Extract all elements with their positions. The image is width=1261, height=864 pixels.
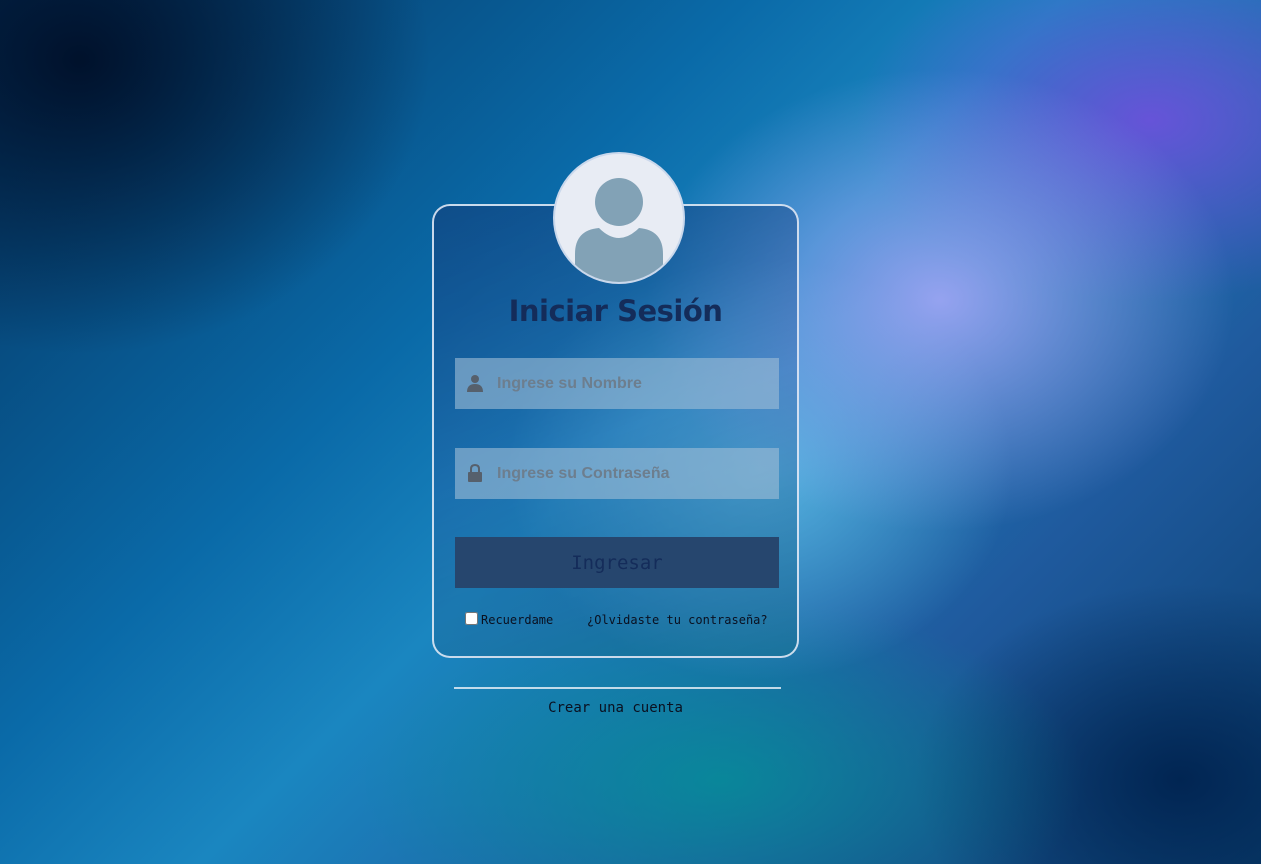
avatar [553, 152, 685, 284]
user-avatar-icon [575, 178, 663, 282]
divider [454, 687, 781, 689]
remember-checkbox[interactable] [465, 611, 478, 625]
create-account-link[interactable]: Crear una cuenta [432, 700, 799, 716]
forgot-password-link[interactable]: ¿Olvidaste tu contraseña? [587, 613, 768, 627]
remember-label[interactable]: Recuerdame [481, 613, 553, 627]
username-input[interactable] [497, 358, 773, 409]
page-title: Iniciar Sesión [508, 294, 723, 328]
user-icon [467, 375, 483, 392]
lock-icon [468, 464, 482, 482]
password-field[interactable] [455, 448, 779, 499]
username-field[interactable] [455, 358, 779, 409]
password-input[interactable] [497, 448, 773, 499]
login-button[interactable]: Ingresar [455, 537, 779, 588]
remember-me[interactable]: Recuerdame [465, 609, 553, 627]
